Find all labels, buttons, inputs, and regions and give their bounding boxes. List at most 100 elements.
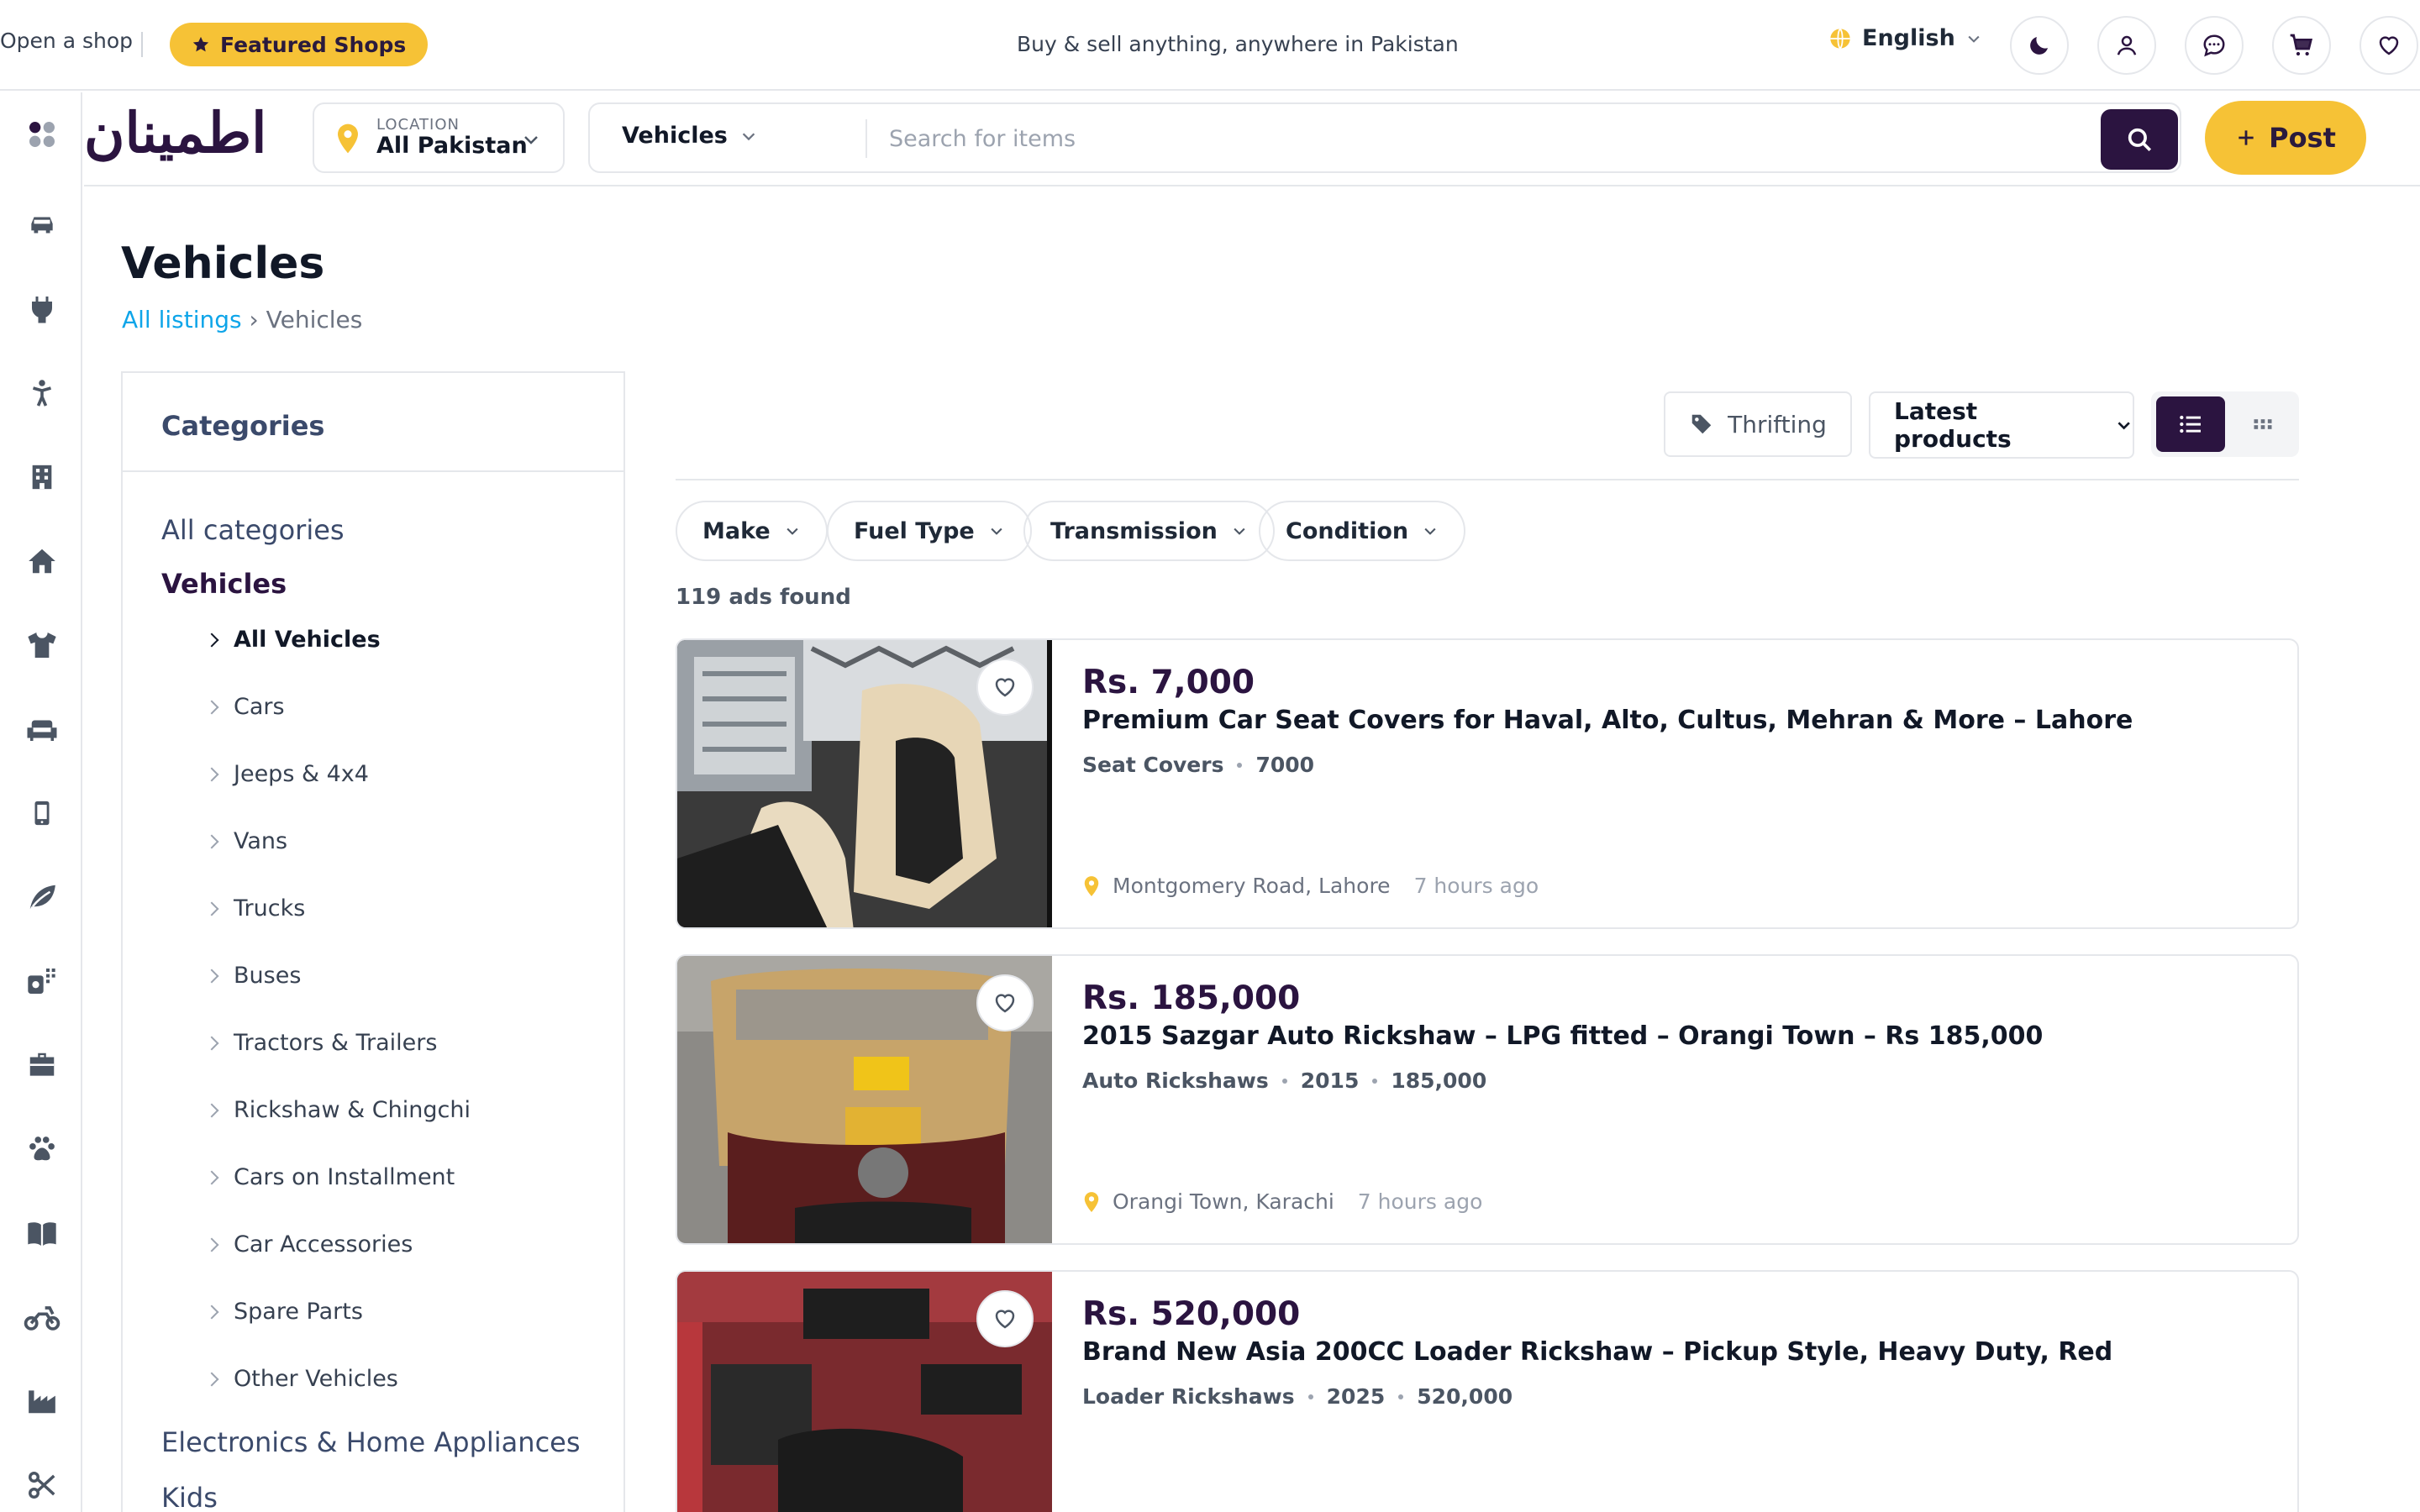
subcategory-spare-parts[interactable]: Spare Parts xyxy=(204,1299,363,1325)
chevron-down-icon xyxy=(786,528,798,535)
chevron-down-icon xyxy=(1424,528,1436,535)
account-button[interactable] xyxy=(2097,16,2156,75)
language-selector[interactable]: English xyxy=(1828,25,1982,51)
filter-label: Condition xyxy=(1286,517,1409,544)
listing-meta-value: 520,000 xyxy=(1417,1384,1513,1409)
subcategory-buses[interactable]: Buses xyxy=(204,963,301,989)
listing-card[interactable]: Rs. 7,000 Premium Car Seat Covers for Ha… xyxy=(676,638,2299,929)
category-electronics[interactable]: Electronics & Home Appliances xyxy=(161,1426,581,1458)
breadcrumb-separator: › xyxy=(249,306,259,333)
chevron-right-icon xyxy=(204,901,219,916)
listing-title[interactable]: Brand New Asia 200CC Loader Rickshaw – P… xyxy=(1082,1337,2112,1367)
favorite-button[interactable] xyxy=(976,1290,1034,1347)
grid-view-button[interactable] xyxy=(2232,396,2294,452)
breadcrumb: All listings › Vehicles xyxy=(122,306,362,333)
category-vehicles[interactable]: Vehicles xyxy=(161,568,287,600)
listing-card[interactable]: Rs. 185,000 2015 Sazgar Auto Rickshaw – … xyxy=(676,954,2299,1245)
listing-category: Auto Rickshaws xyxy=(1082,1068,1269,1093)
listing-meta-value: 2025 xyxy=(1326,1384,1386,1409)
category-all[interactable]: All categories xyxy=(161,514,345,546)
view-toggle xyxy=(2151,391,2299,457)
thrifting-button[interactable]: Thrifting xyxy=(1664,391,1852,457)
subcategory-tractors[interactable]: Tractors & Trailers xyxy=(204,1030,437,1056)
briefcase-icon[interactable] xyxy=(24,1047,60,1084)
chevron-right-icon xyxy=(204,1372,219,1386)
filter-make[interactable]: Make xyxy=(676,501,828,561)
subcategory-label: Vans xyxy=(234,828,288,854)
chevron-right-icon xyxy=(204,969,219,983)
listing-category: Loader Rickshaws xyxy=(1082,1384,1295,1409)
paw-icon[interactable] xyxy=(24,1131,60,1168)
scissors-icon[interactable] xyxy=(24,1467,60,1504)
listing-location: Montgomery Road, Lahore xyxy=(1113,874,1391,898)
search-button[interactable] xyxy=(2101,109,2178,170)
categories-header: Categories xyxy=(123,373,623,472)
filter-transmission[interactable]: Transmission xyxy=(1023,501,1275,561)
home-icon[interactable] xyxy=(24,543,60,580)
plug-icon[interactable] xyxy=(24,291,60,328)
favorites-button[interactable] xyxy=(2360,16,2418,75)
thrifting-label: Thrifting xyxy=(1728,410,1827,438)
subcategory-accessories[interactable]: Car Accessories xyxy=(204,1231,413,1257)
chevron-down-icon xyxy=(742,132,755,140)
sort-select[interactable]: Latest products xyxy=(1869,391,2134,459)
leaf-icon[interactable] xyxy=(24,879,60,916)
category-kids[interactable]: Kids xyxy=(161,1482,218,1512)
search-category-select[interactable]: Vehicles xyxy=(622,123,758,149)
building-icon[interactable] xyxy=(24,459,60,496)
listing-title[interactable]: 2015 Sazgar Auto Rickshaw – LPG fitted –… xyxy=(1082,1021,2043,1051)
subcategory-trucks[interactable]: Trucks xyxy=(204,895,305,921)
mobile-icon[interactable] xyxy=(24,795,60,832)
search-input[interactable] xyxy=(889,118,2049,160)
chevron-right-icon xyxy=(204,1036,219,1050)
moon-icon xyxy=(2030,37,2048,55)
open-shop-link[interactable]: Open a shop xyxy=(0,29,133,53)
favorite-button[interactable] xyxy=(976,974,1034,1032)
factory-icon[interactable] xyxy=(24,1383,60,1420)
categories-panel: Categories All categories Vehicles All V… xyxy=(121,371,625,1512)
sofa-icon[interactable] xyxy=(24,711,60,748)
location-selector[interactable]: LOCATION All Pakistan xyxy=(313,102,565,173)
subcategory-vans[interactable]: Vans xyxy=(204,828,288,854)
filter-condition[interactable]: Condition xyxy=(1259,501,1466,561)
listing-location: Orangi Town, Karachi xyxy=(1113,1189,1334,1214)
filter-fuel-type[interactable]: Fuel Type xyxy=(827,501,1032,561)
subcategory-installment[interactable]: Cars on Installment xyxy=(204,1164,455,1190)
listing-card[interactable]: Rs. 520,000 Brand New Asia 200CC Loader … xyxy=(676,1270,2299,1512)
site-logo[interactable]: اطمینان xyxy=(84,100,268,165)
services-icon[interactable] xyxy=(24,963,60,1000)
subcategory-rickshaw[interactable]: Rickshaw & Chingchi xyxy=(204,1097,471,1123)
featured-shops-button[interactable]: Featured Shops xyxy=(170,23,429,66)
subcategory-cars[interactable]: Cars xyxy=(204,694,285,720)
page-title: Vehicles xyxy=(121,239,325,289)
listing-image-seat-covers[interactable] xyxy=(677,640,1052,927)
heart-icon xyxy=(995,994,1015,1013)
book-icon[interactable] xyxy=(24,1215,60,1252)
cart-button[interactable] xyxy=(2272,16,2331,75)
post-ad-button[interactable]: Post xyxy=(2205,101,2366,175)
chevron-right-icon xyxy=(204,1103,219,1117)
listing-image-loader-rickshaw[interactable] xyxy=(677,1272,1052,1512)
apps-icon[interactable] xyxy=(24,116,60,153)
subcategory-other[interactable]: Other Vehicles xyxy=(204,1366,398,1392)
chevron-right-icon xyxy=(204,767,219,781)
listing-title[interactable]: Premium Car Seat Covers for Haval, Alto,… xyxy=(1082,706,2133,735)
motorcycle-icon[interactable] xyxy=(24,1299,60,1336)
favorite-button[interactable] xyxy=(976,659,1034,716)
filter-label: Fuel Type xyxy=(854,517,975,544)
listing-image-auto-rickshaw[interactable] xyxy=(677,956,1052,1243)
sort-label: Latest products xyxy=(1894,397,2012,453)
meta-dot xyxy=(1237,762,1243,768)
filter-label: Make xyxy=(702,517,771,544)
list-view-button[interactable] xyxy=(2156,396,2225,452)
categories-heading: Categories xyxy=(161,410,325,442)
dark-mode-button[interactable] xyxy=(2010,16,2069,75)
breadcrumb-all-listings[interactable]: All listings xyxy=(122,306,242,333)
category-rail xyxy=(0,92,82,1512)
child-icon[interactable] xyxy=(24,375,60,412)
car-icon[interactable] xyxy=(24,207,60,244)
tshirt-icon[interactable] xyxy=(24,627,60,664)
subcategory-jeeps[interactable]: Jeeps & 4x4 xyxy=(204,761,369,787)
messages-button[interactable] xyxy=(2185,16,2244,75)
subcategory-all-vehicles[interactable]: All Vehicles xyxy=(204,627,381,653)
